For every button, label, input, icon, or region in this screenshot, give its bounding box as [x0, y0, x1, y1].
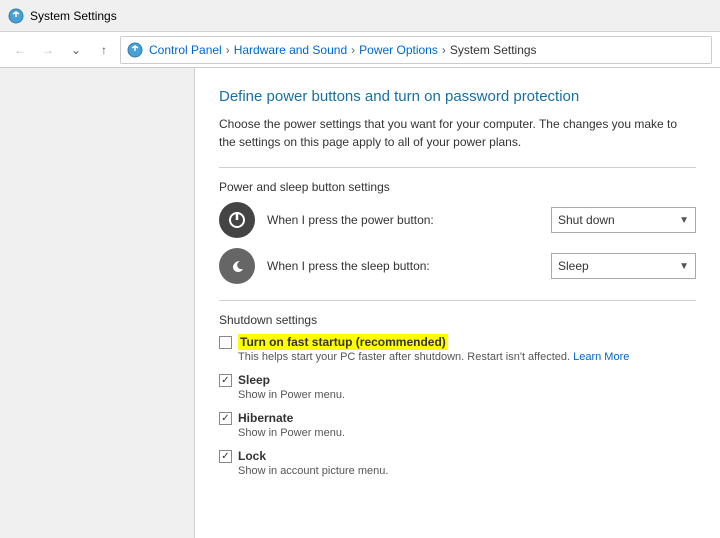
breadcrumb-system-settings: System Settings	[450, 43, 537, 57]
forward-button[interactable]: →	[36, 38, 60, 62]
shutdown-settings: Shutdown settings Turn on fast startup (…	[219, 313, 696, 477]
title-bar: System Settings	[0, 0, 720, 32]
sleep-sub: Show in Power menu.	[238, 389, 696, 401]
breadcrumb-hardware-sound[interactable]: Hardware and Sound	[234, 43, 347, 57]
power-sleep-section-header: Power and sleep button settings	[219, 180, 696, 194]
sleep-icon	[219, 248, 255, 284]
lock-label: Lock	[238, 449, 266, 463]
sleep-button-value: Sleep	[558, 259, 589, 273]
sidebar	[0, 68, 195, 538]
address-bar: ← → ⌄ ↑ Control Panel › Hardware and Sou…	[0, 32, 720, 68]
learn-more-link[interactable]: Learn More	[573, 351, 629, 363]
title-bar-icon	[8, 8, 24, 24]
sleep-button-label: When I press the sleep button:	[267, 259, 539, 273]
power-button-label: When I press the power button:	[267, 213, 539, 227]
divider-2	[219, 300, 696, 301]
page-title: Define power buttons and turn on passwor…	[219, 88, 696, 105]
up-button[interactable]: ↑	[92, 38, 116, 62]
sleep-label: Sleep	[238, 373, 270, 387]
hibernate-row: Hibernate	[219, 411, 696, 425]
recent-button[interactable]: ⌄	[64, 38, 88, 62]
sleep-row: Sleep	[219, 373, 696, 387]
sleep-icon-svg	[227, 256, 247, 276]
power-icon-svg	[227, 210, 247, 230]
fast-startup-checkbox[interactable]	[219, 336, 232, 349]
power-button-value: Shut down	[558, 213, 615, 227]
hibernate-group: Hibernate Show in Power menu.	[219, 411, 696, 439]
power-button-row: When I press the power button: Shut down…	[219, 202, 696, 238]
page-description: Choose the power settings that you want …	[219, 115, 696, 151]
fast-startup-sub: This helps start your PC faster after sh…	[238, 351, 696, 363]
power-dropdown-arrow: ▼	[679, 215, 689, 226]
sleep-button-row: When I press the sleep button: Sleep ▼	[219, 248, 696, 284]
power-button-dropdown[interactable]: Shut down ▼	[551, 207, 696, 233]
fast-startup-row: Turn on fast startup (recommended)	[219, 335, 696, 349]
button-settings: When I press the power button: Shut down…	[219, 202, 696, 284]
hibernate-sub: Show in Power menu.	[238, 427, 696, 439]
sleep-button-dropdown[interactable]: Sleep ▼	[551, 253, 696, 279]
title-bar-title: System Settings	[30, 9, 117, 23]
power-icon	[219, 202, 255, 238]
lock-checkbox[interactable]	[219, 450, 232, 463]
lock-row: Lock	[219, 449, 696, 463]
lock-group: Lock Show in account picture menu.	[219, 449, 696, 477]
breadcrumb-power-options[interactable]: Power Options	[359, 43, 438, 57]
hibernate-checkbox[interactable]	[219, 412, 232, 425]
breadcrumb: Control Panel › Hardware and Sound › Pow…	[120, 36, 712, 64]
sleep-group: Sleep Show in Power menu.	[219, 373, 696, 401]
shutdown-section-header: Shutdown settings	[219, 313, 696, 327]
back-button[interactable]: ←	[8, 38, 32, 62]
content-area: Define power buttons and turn on passwor…	[195, 68, 720, 538]
lock-sub: Show in account picture menu.	[238, 465, 696, 477]
breadcrumb-control-panel[interactable]: Control Panel	[149, 43, 222, 57]
sleep-checkbox[interactable]	[219, 374, 232, 387]
main-layout: Define power buttons and turn on passwor…	[0, 68, 720, 538]
breadcrumb-icon	[127, 42, 147, 58]
fast-startup-highlight: Turn on fast startup (recommended)	[238, 334, 448, 350]
fast-startup-group: Turn on fast startup (recommended) This …	[219, 335, 696, 363]
sleep-dropdown-arrow: ▼	[679, 261, 689, 272]
divider-1	[219, 167, 696, 168]
fast-startup-label: Turn on fast startup (recommended)	[238, 335, 448, 349]
hibernate-label: Hibernate	[238, 411, 293, 425]
